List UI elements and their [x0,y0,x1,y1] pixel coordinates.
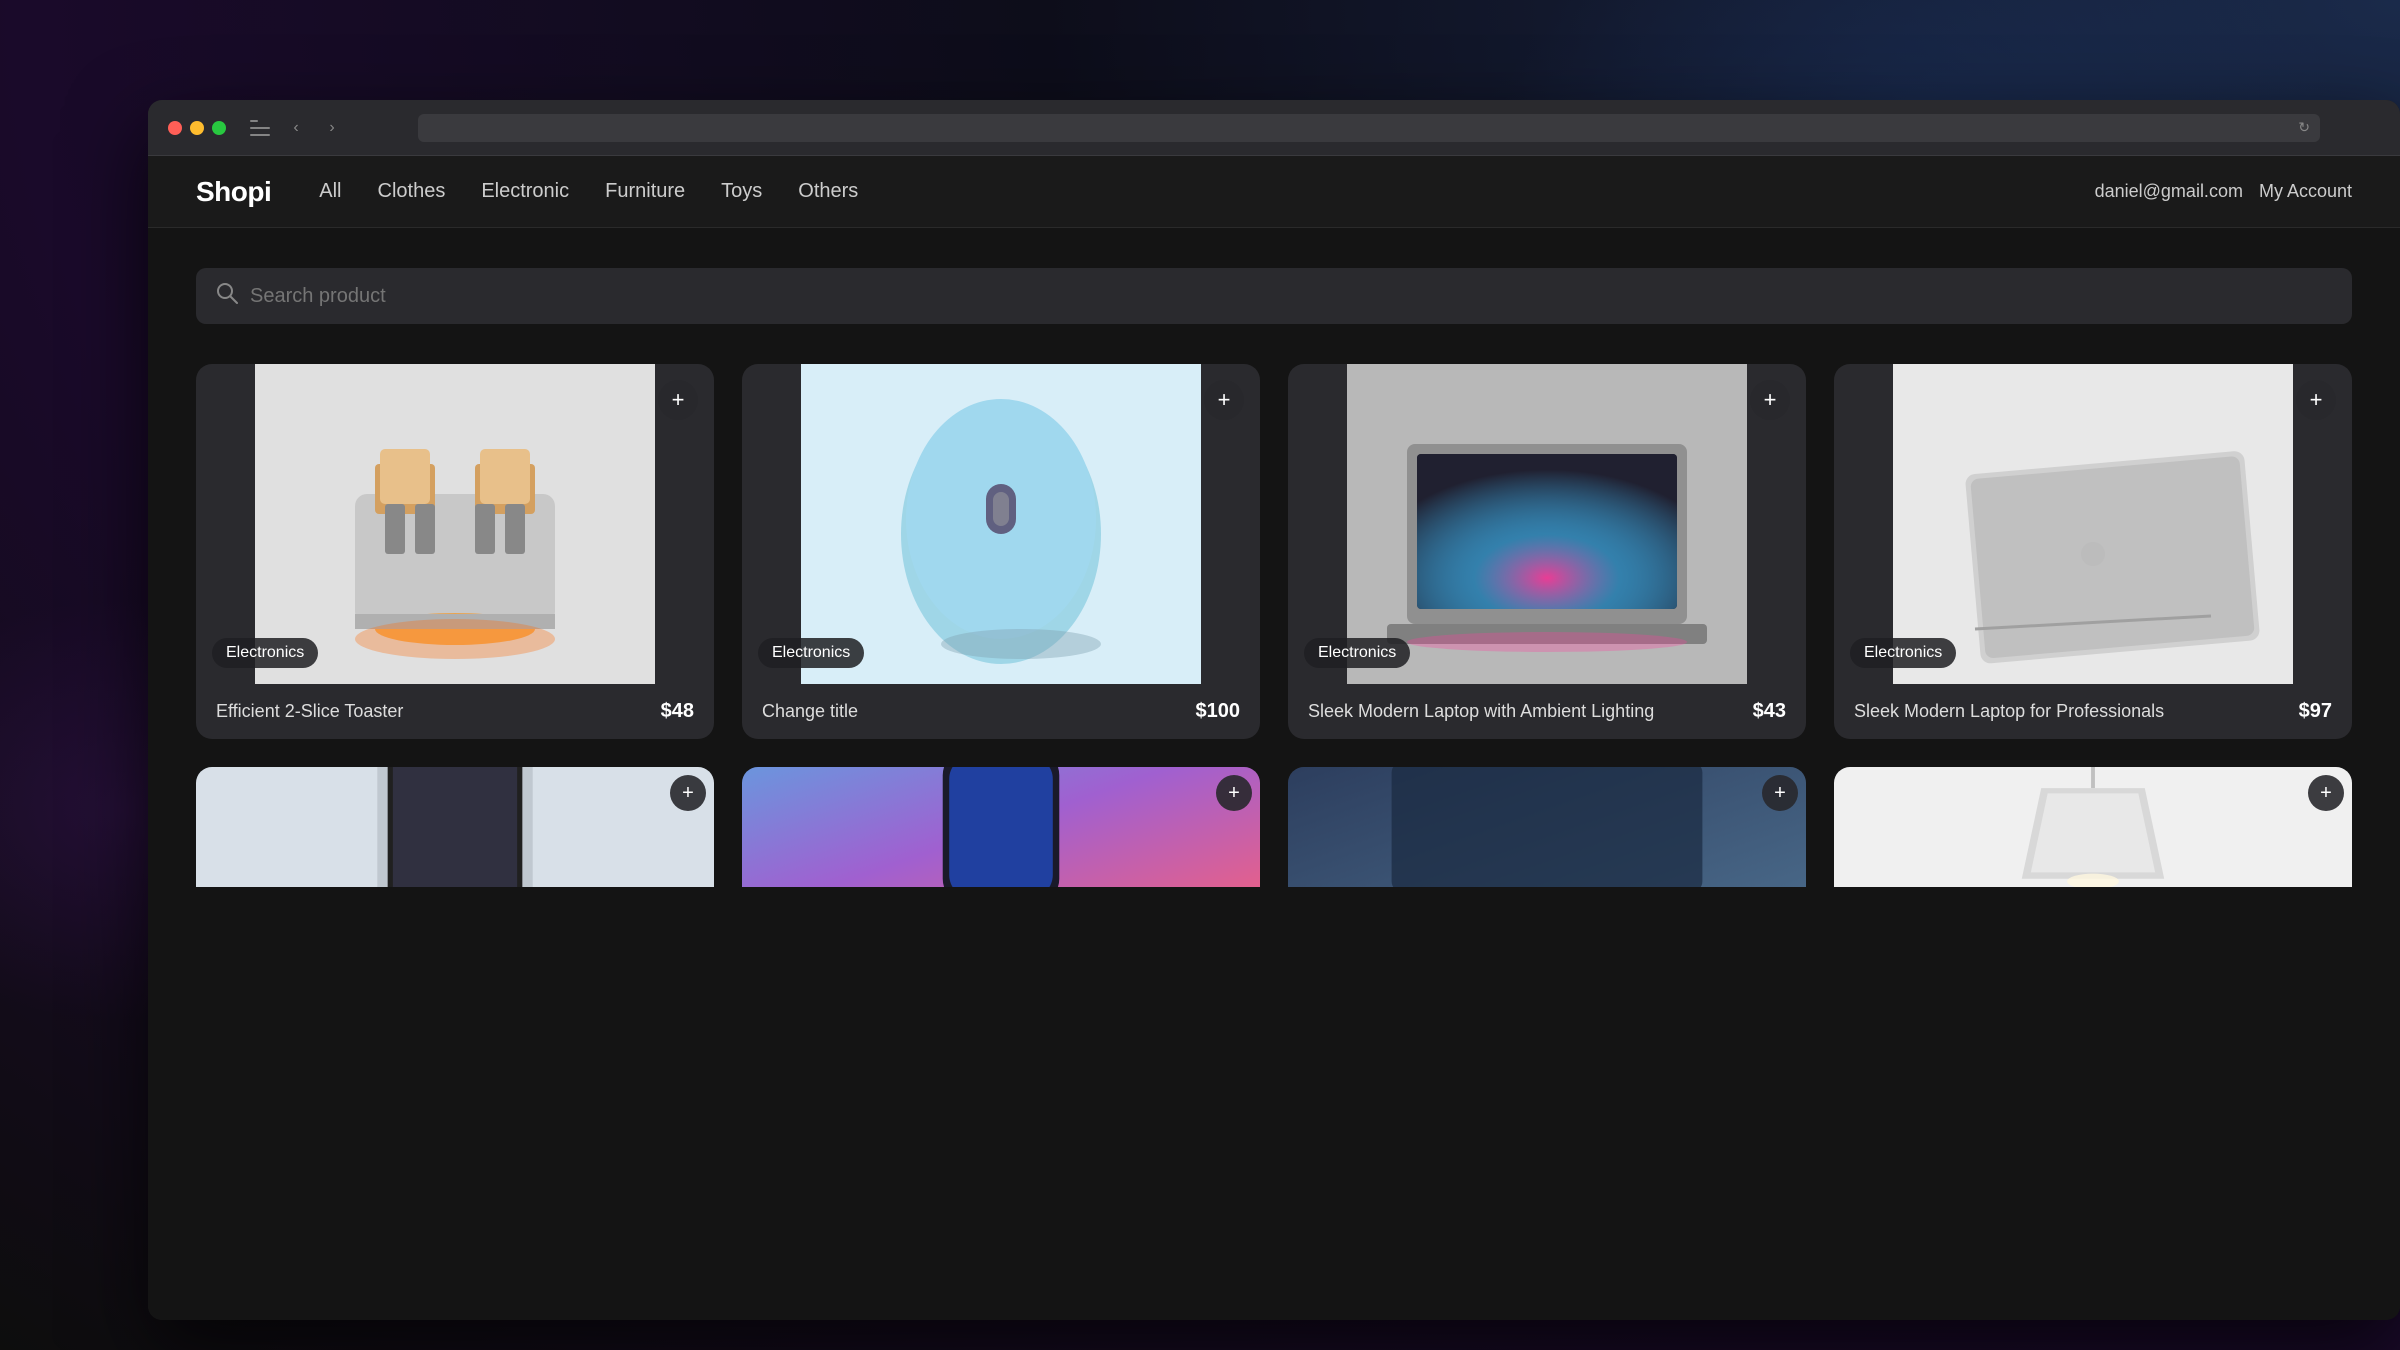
product-card: + Electronics Sleek Modern Laptop for Pr… [1834,364,2352,739]
product-card: + [1288,767,1806,887]
main-content: + Electronics Efficient 2-Slice Toaster … [148,228,2400,927]
nav-right: daniel@gmail.com My Account [2095,181,2352,202]
product-image: + Electronics [742,364,1260,684]
nav-link-electronic[interactable]: Electronic [481,180,569,203]
product-title-3: Sleek Modern Laptop with Ambient Lightin… [1308,701,1753,722]
product-info-4: Sleek Modern Laptop for Professionals $9… [1834,684,2352,739]
add-to-cart-button-8[interactable]: + [2308,775,2344,811]
nav-link-others[interactable]: Others [798,180,858,203]
minimize-button[interactable] [190,121,204,135]
nav-link-clothes[interactable]: Clothes [378,180,446,203]
product-image: + Electronics [1834,364,2352,684]
nav-link-all[interactable]: All [319,180,341,203]
category-badge-4: Electronics [1850,638,1956,668]
navbar: Shopi All Clothes Electronic Furniture T… [148,156,2400,228]
product-price-2: $100 [1196,700,1241,723]
maximize-button[interactable] [212,121,226,135]
add-to-cart-button-7[interactable]: + [1762,775,1798,811]
product-grid: + Electronics Efficient 2-Slice Toaster … [196,364,2352,739]
add-to-cart-button-6[interactable]: + [1216,775,1252,811]
back-button[interactable]: ‹ [286,118,306,138]
add-to-cart-button-3[interactable]: + [1750,380,1790,420]
product-info-2: Change title $100 [742,684,1260,739]
add-to-cart-button-5[interactable]: + [670,775,706,811]
search-icon [216,282,238,310]
product-price-3: $43 [1753,700,1786,723]
search-container [196,268,2352,324]
product-image: + Electronics [1288,364,1806,684]
reload-icon[interactable]: ↻ [2298,119,2310,136]
product-card: + Electronics Sleek Modern Laptop with A… [1288,364,1806,739]
address-bar[interactable]: ↻ [418,114,2320,142]
product-image: + Electronics [196,364,714,684]
app-content: Shopi All Clothes Electronic Furniture T… [148,156,2400,1320]
add-to-cart-button-1[interactable]: + [658,380,698,420]
product-info-3: Sleek Modern Laptop with Ambient Lightin… [1288,684,1806,739]
browser-window: ‹ › ↻ Shopi All Clothes Electronic Furni… [148,100,2400,1320]
product-card: + Electronics Efficient 2-Slice Toaster … [196,364,714,739]
product-price-4: $97 [2299,700,2332,723]
brand-logo[interactable]: Shopi [196,176,271,208]
add-to-cart-button-4[interactable]: + [2296,380,2336,420]
title-bar: ‹ › ↻ [148,100,2400,156]
product-card: + Electronics Change title $100 [742,364,1260,739]
sidebar-toggle-icon[interactable] [250,120,270,136]
product-price-1: $48 [661,700,694,723]
close-button[interactable] [168,121,182,135]
product-card: + [196,767,714,887]
category-badge-1: Electronics [212,638,318,668]
product-grid-row2: + [196,767,2352,887]
category-badge-2: Electronics [758,638,864,668]
nav-links: All Clothes Electronic Furniture Toys Ot… [319,180,2094,203]
product-title-2: Change title [762,701,1196,722]
product-title-4: Sleek Modern Laptop for Professionals [1854,701,2299,722]
nav-link-toys[interactable]: Toys [721,180,762,203]
product-title-1: Efficient 2-Slice Toaster [216,701,661,722]
traffic-lights [168,121,226,135]
product-card: + [1834,767,2352,887]
product-card: + [742,767,1260,887]
nav-link-furniture[interactable]: Furniture [605,180,685,203]
add-to-cart-button-2[interactable]: + [1204,380,1244,420]
user-email: daniel@gmail.com [2095,181,2243,202]
my-account-link[interactable]: My Account [2259,181,2352,202]
category-badge-3: Electronics [1304,638,1410,668]
forward-button[interactable]: › [322,118,342,138]
product-info-1: Efficient 2-Slice Toaster $48 [196,684,714,739]
search-input[interactable] [250,285,2332,308]
